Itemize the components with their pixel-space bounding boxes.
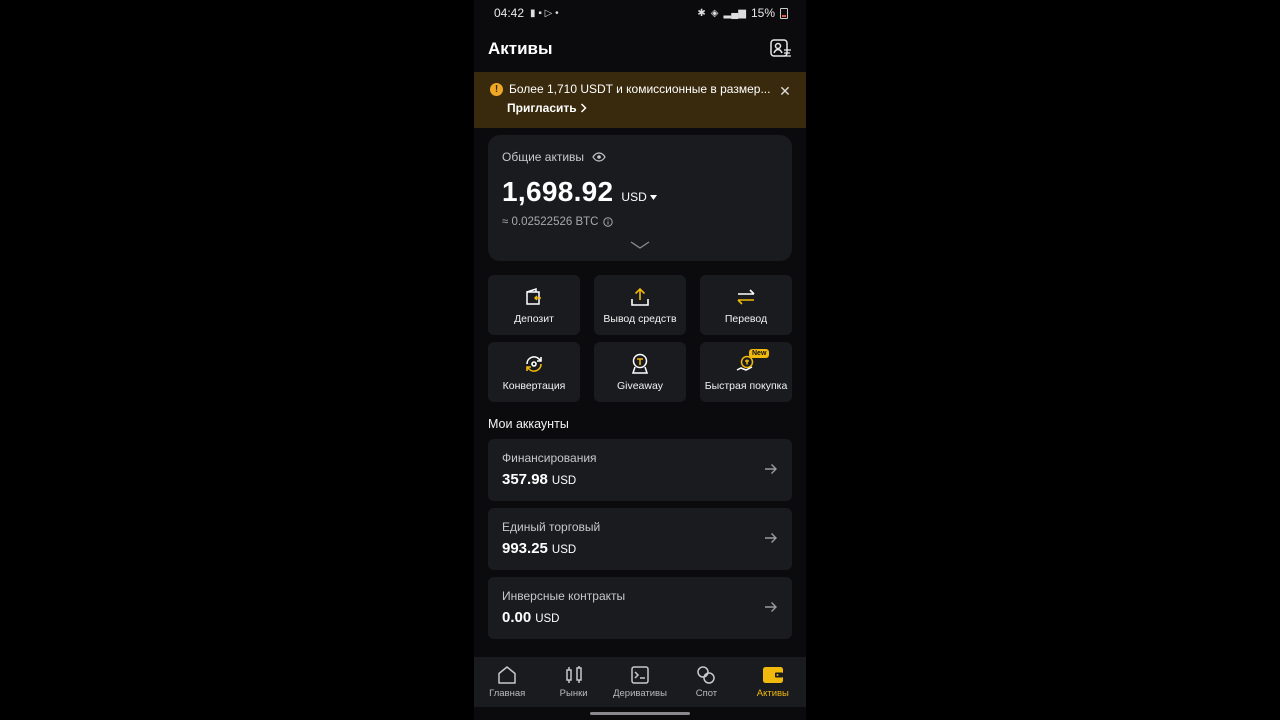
deposit-icon	[523, 286, 545, 308]
withdraw-button[interactable]: Вывод средств	[594, 275, 686, 335]
new-badge: New	[749, 349, 770, 358]
battery-percent: 15%	[750, 6, 775, 20]
chevron-right-icon	[580, 103, 587, 113]
nav-label: Деривативы	[613, 688, 667, 699]
giveaway-button[interactable]: Giveaway	[594, 342, 686, 402]
referral-banner[interactable]: ! Более 1,710 USDT и комиссионные в разм…	[474, 72, 806, 128]
quick-buy-label: Быстрая покупка	[704, 380, 788, 392]
derivatives-icon	[631, 666, 649, 684]
convert-label: Конвертация	[502, 380, 566, 392]
nav-derivatives[interactable]: Деривативы	[607, 657, 673, 707]
wifi-icon: ◈	[710, 7, 719, 19]
battery-icon	[780, 7, 788, 19]
notification-icons: ▮ ▪ ▷ •	[530, 7, 559, 19]
info-icon[interactable]	[603, 217, 614, 227]
page-title: Активы	[488, 39, 553, 58]
spot-icon	[697, 666, 716, 684]
banner-text: Более 1,710 USDT и комиссионные в размер…	[509, 82, 771, 96]
home-indicator[interactable]	[590, 712, 690, 715]
account-value: 0.00	[502, 609, 532, 626]
arrow-right-icon	[765, 464, 777, 474]
nav-spot[interactable]: Спот	[673, 657, 739, 707]
bottom-nav: Главная Рынки Деривативы Спот Активы	[474, 657, 806, 707]
account-unified-trading[interactable]: Единый торговый 993.25 USD	[488, 508, 792, 570]
total-assets-label: Общие активы	[502, 150, 585, 164]
account-inverse-contracts[interactable]: Инверсные контракты 0.00 USD	[488, 577, 792, 639]
signal-icon: ▂▄▆	[723, 7, 746, 19]
btc-equivalent: ≈ 0.02522526 BTC	[502, 216, 599, 228]
withdraw-icon	[629, 286, 651, 308]
total-assets-card: Общие активы 1,698.92 USD ≈ 0.02522526 B…	[488, 135, 792, 261]
account-currency: USD	[535, 613, 560, 625]
eye-icon[interactable]	[592, 152, 606, 162]
withdraw-label: Вывод средств	[603, 313, 677, 325]
close-icon[interactable]: ✕	[778, 84, 792, 98]
nav-markets[interactable]: Рынки	[540, 657, 606, 707]
transfer-icon	[735, 286, 757, 308]
account-settings-icon[interactable]	[768, 36, 794, 62]
my-accounts-title: Мои аккаунты	[488, 417, 569, 431]
currency-label: USD	[621, 190, 647, 204]
header: Активы	[474, 30, 806, 68]
deposit-button[interactable]: Депозит	[488, 275, 580, 335]
account-name: Финансирования	[502, 451, 597, 465]
nav-label: Активы	[756, 688, 789, 699]
invite-link-label: Пригласить	[507, 101, 577, 115]
chevron-down-icon[interactable]	[630, 241, 650, 249]
arrow-right-icon	[765, 602, 777, 612]
total-amount: 1,698.92	[502, 176, 614, 207]
status-time: 04:42	[494, 6, 525, 20]
nav-assets[interactable]: Активы	[740, 657, 806, 707]
invite-link[interactable]: Пригласить	[507, 101, 792, 115]
giveaway-icon	[629, 353, 651, 375]
account-currency: USD	[551, 475, 577, 487]
deposit-label: Депозит	[514, 313, 554, 325]
status-bar: 04:42 ▮ ▪ ▷ • ✱ ◈ ▂▄▆ 15%	[474, 0, 806, 26]
nav-label: Спот	[695, 688, 718, 699]
warning-icon: !	[490, 82, 503, 96]
transfer-label: Перевод	[724, 313, 768, 325]
convert-icon	[523, 353, 545, 375]
nav-label: Главная	[489, 688, 526, 699]
currency-selector[interactable]: USD	[621, 190, 657, 204]
wallet-icon	[762, 667, 783, 683]
nav-label: Рынки	[559, 688, 588, 699]
nav-home[interactable]: Главная	[474, 657, 540, 707]
markets-icon	[565, 666, 582, 683]
account-currency: USD	[551, 544, 577, 556]
giveaway-label: Giveaway	[616, 380, 664, 392]
account-name: Единый торговый	[502, 520, 601, 534]
account-value: 993.25	[502, 540, 548, 557]
home-icon	[498, 666, 516, 684]
convert-button[interactable]: Конвертация	[488, 342, 580, 402]
transfer-button[interactable]: Перевод	[700, 275, 792, 335]
quick-buy-icon: New	[735, 349, 770, 375]
account-name: Инверсные контракты	[502, 589, 626, 603]
account-funding[interactable]: Финансирования 357.98 USD	[488, 439, 792, 501]
account-value: 357.98	[502, 471, 548, 488]
caret-down-icon	[649, 194, 657, 200]
quick-buy-button[interactable]: New Быстрая покупка	[700, 342, 792, 402]
arrow-right-icon	[765, 533, 777, 543]
phone-screen: 04:42 ▮ ▪ ▷ • ✱ ◈ ▂▄▆ 15% Активы ! Более…	[474, 0, 806, 720]
bluetooth-icon: ✱	[697, 7, 706, 19]
